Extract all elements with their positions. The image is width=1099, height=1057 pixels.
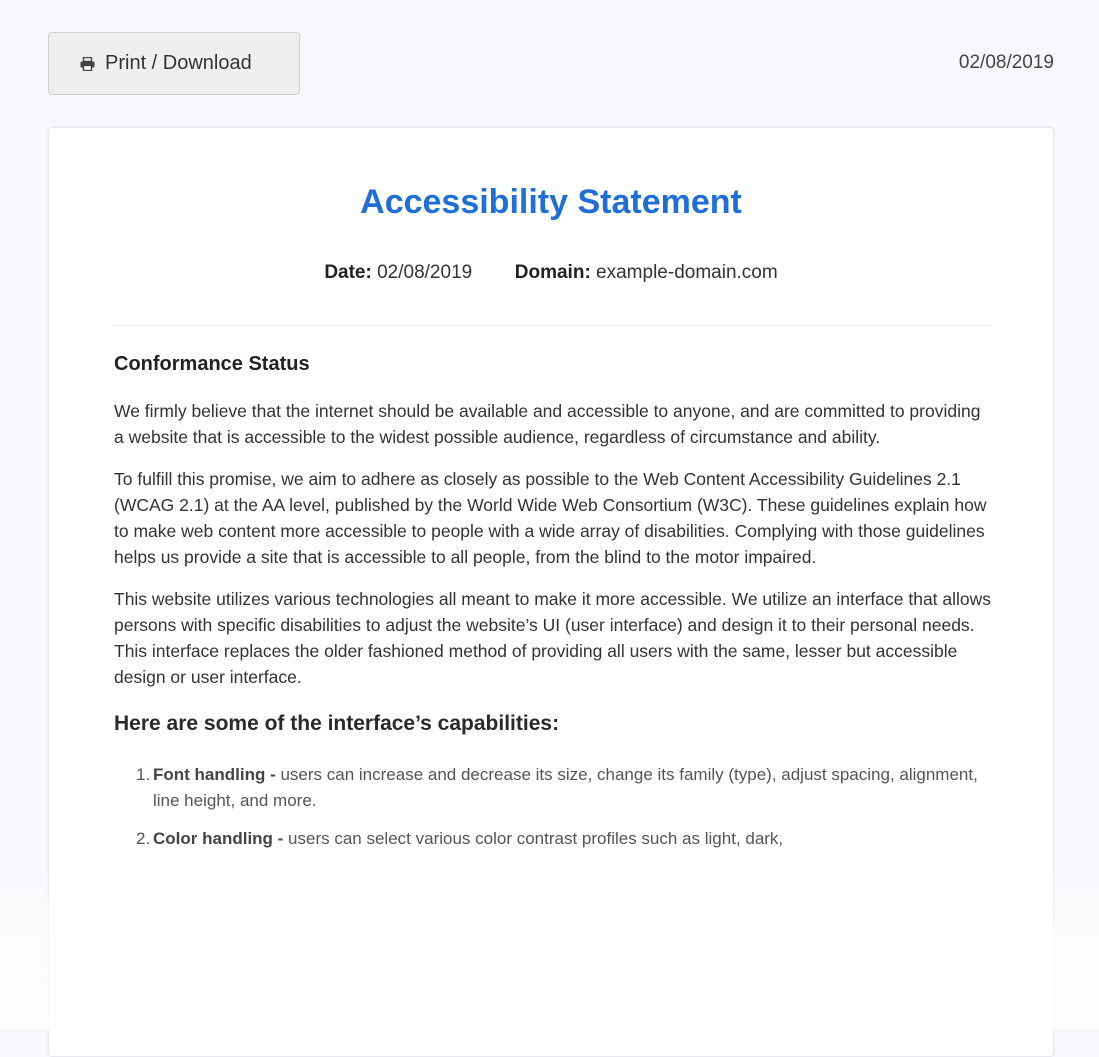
date-label: Date:	[324, 262, 372, 283]
list-number: 2.	[136, 829, 151, 848]
header-date: 02/08/2019	[958, 52, 1054, 73]
domain-label: Domain:	[514, 262, 591, 283]
capability-label: Font handling -	[153, 765, 276, 784]
statement-card: Accessibility Statement Date: 02/08/2019…	[48, 127, 1054, 1057]
paragraph: To fulfill this promise, we aim to adher…	[114, 469, 987, 567]
capabilities-title: Here are some of the interface’s capabil…	[114, 712, 560, 735]
section-title: Conformance Status	[114, 353, 310, 375]
list-number: 1.	[136, 765, 151, 784]
statement-meta: Date: 02/08/2019 Domain: example-domain.…	[49, 262, 1053, 284]
top-toolbar: Print / Download 02/08/2019	[48, 32, 1054, 96]
list-item: 2. Color handling - users can select var…	[136, 826, 994, 852]
printer-icon	[80, 56, 95, 71]
domain-value: example-domain.com	[596, 262, 778, 283]
date-value: 02/08/2019	[377, 262, 473, 283]
capability-label: Color handling -	[153, 829, 284, 848]
print-download-button[interactable]: Print / Download	[48, 32, 300, 95]
list-item: 1. Font handling - users can increase an…	[136, 762, 994, 814]
paragraph: This website utilizes various technologi…	[114, 589, 992, 687]
print-download-label: Print / Download	[105, 52, 252, 74]
statement-content: Conformance Status We firmly believe tha…	[114, 353, 994, 864]
page-title: Accessibility Statement	[360, 183, 742, 221]
divider	[113, 325, 990, 326]
paragraph: We firmly believe that the internet shou…	[114, 401, 981, 447]
capability-text: users can increase and decrease its size…	[153, 765, 978, 810]
capabilities-list: 1. Font handling - users can increase an…	[114, 762, 994, 852]
capability-text: users can select various color contrast …	[283, 829, 784, 848]
